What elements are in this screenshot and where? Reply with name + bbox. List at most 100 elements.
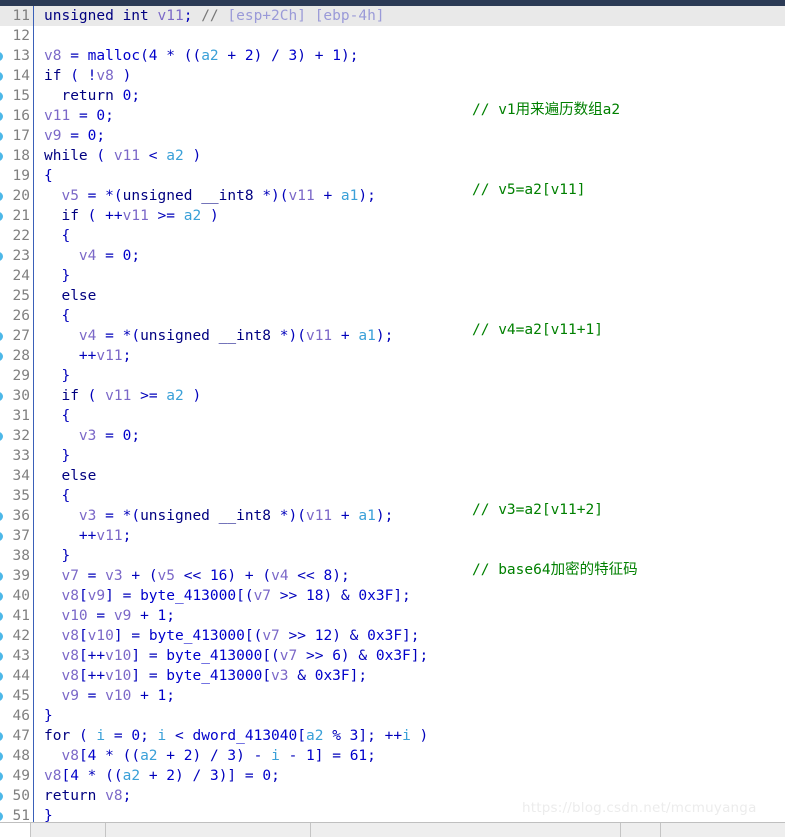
- status-bar-divider-1: [30, 823, 31, 837]
- code-line[interactable]: 28 ++v11;: [0, 346, 785, 366]
- code-text[interactable]: v8[4 * ((a2 + 2) / 3) - i - 1] = 61;: [34, 746, 375, 766]
- code-text[interactable]: v4 = 0;: [34, 246, 140, 266]
- code-line[interactable]: 37 ++v11;: [0, 526, 785, 546]
- line-number: 41: [12, 608, 30, 624]
- code-text[interactable]: v5 = *(unsigned __int8 *)(v11 + a1);: [34, 186, 375, 206]
- code-line[interactable]: 19{: [0, 166, 785, 186]
- code-text[interactable]: else: [34, 286, 96, 306]
- code-line[interactable]: 41 v10 = v9 + 1;: [0, 606, 785, 626]
- code-line[interactable]: 22 {: [0, 226, 785, 246]
- code-text[interactable]: {: [34, 406, 70, 426]
- code-line[interactable]: 33 }: [0, 446, 785, 466]
- line-number: 15: [12, 88, 30, 104]
- line-number: 39: [12, 568, 30, 584]
- code-line[interactable]: 26 {: [0, 306, 785, 326]
- code-line[interactable]: 14 if ( !v8 ): [0, 66, 785, 86]
- code-line[interactable]: 23 v4 = 0;: [0, 246, 785, 266]
- code-text[interactable]: v8[v10] = byte_413000[(v7 >> 12) & 0x3F]…: [34, 626, 419, 646]
- code-line[interactable]: 39 v7 = v3 + (v5 << 16) + (v4 << 8);: [0, 566, 785, 586]
- gutter-divider: [33, 26, 34, 46]
- line-number: 45: [12, 688, 30, 704]
- line-number: 13: [12, 48, 30, 64]
- code-line[interactable]: 34 else: [0, 466, 785, 486]
- line-number: 42: [12, 628, 30, 644]
- code-text[interactable]: v10 = v9 + 1;: [34, 606, 175, 626]
- code-line[interactable]: 29 }: [0, 366, 785, 386]
- code-line[interactable]: 30 if ( v11 >= a2 ): [0, 386, 785, 406]
- code-line[interactable]: 46}: [0, 706, 785, 726]
- code-line[interactable]: 18 while ( v11 < a2 ): [0, 146, 785, 166]
- line-number: 21: [12, 208, 30, 224]
- code-text[interactable]: v3 = *(unsigned __int8 *)(v11 + a1);: [34, 506, 393, 526]
- code-text[interactable]: }: [34, 446, 70, 466]
- line-number: 32: [12, 428, 30, 444]
- code-text[interactable]: {: [34, 166, 53, 186]
- line-number: 49: [12, 768, 30, 784]
- code-text[interactable]: for ( i = 0; i < dword_413040[a2 % 3]; +…: [34, 726, 428, 746]
- code-line[interactable]: 43 v8[++v10] = byte_413000[(v7 >> 6) & 0…: [0, 646, 785, 666]
- code-text[interactable]: }: [34, 266, 70, 286]
- status-bar-divider-5: [660, 823, 661, 837]
- code-line[interactable]: 20 v5 = *(unsigned __int8 *)(v11 + a1);: [0, 186, 785, 206]
- line-number: 29: [12, 368, 30, 384]
- code-text[interactable]: return v8;: [34, 786, 131, 806]
- code-text[interactable]: if ( !v8 ): [34, 66, 131, 86]
- code-text[interactable]: v9 = v10 + 1;: [34, 686, 175, 706]
- code-text[interactable]: v8[++v10] = byte_413000[(v7 >> 6) & 0x3F…: [34, 646, 428, 666]
- code-line[interactable]: 36 v3 = *(unsigned __int8 *)(v11 + a1);: [0, 506, 785, 526]
- code-listing[interactable]: 11 unsigned int v11; // [esp+2Ch] [ebp-4h…: [0, 6, 785, 826]
- code-text[interactable]: while ( v11 < a2 ): [34, 146, 201, 166]
- code-line[interactable]: 12: [0, 26, 785, 46]
- code-text[interactable]: v7 = v3 + (v5 << 16) + (v4 << 8);: [34, 566, 349, 586]
- code-text[interactable]: v8[++v10] = byte_413000[v3 & 0x3F];: [34, 666, 367, 686]
- code-text[interactable]: if ( ++v11 >= a2 ): [34, 206, 218, 226]
- code-line[interactable]: 48 v8[4 * ((a2 + 2) / 3) - i - 1] = 61;: [0, 746, 785, 766]
- code-line[interactable]: 44 v8[++v10] = byte_413000[v3 & 0x3F];: [0, 666, 785, 686]
- code-text[interactable]: v8 = malloc(4 * ((a2 + 2) / 3) + 1);: [34, 46, 358, 66]
- status-bar-gutter: [0, 823, 30, 837]
- code-text[interactable]: v3 = 0;: [34, 426, 140, 446]
- code-line[interactable]: 17 v9 = 0;: [0, 126, 785, 146]
- code-line[interactable]: 35 {: [0, 486, 785, 506]
- code-text[interactable]: v9 = 0;: [34, 126, 105, 146]
- code-text[interactable]: else: [34, 466, 96, 486]
- code-text[interactable]: }: [34, 366, 70, 386]
- code-text[interactable]: if ( v11 >= a2 ): [34, 386, 201, 406]
- code-line[interactable]: 49 v8[4 * ((a2 + 2) / 3)] = 0;: [0, 766, 785, 786]
- code-text[interactable]: return 0;: [34, 86, 140, 106]
- line-number: 23: [12, 248, 30, 264]
- code-text[interactable]: v8[v9] = byte_413000[(v7 >> 18) & 0x3F];: [34, 586, 410, 606]
- code-text[interactable]: {: [34, 226, 70, 246]
- line-number: 24: [12, 268, 30, 284]
- code-line[interactable]: 11 unsigned int v11; // [esp+2Ch] [ebp-4h…: [0, 6, 785, 26]
- code-line[interactable]: 24 }: [0, 266, 785, 286]
- code-line[interactable]: 15 return 0;: [0, 86, 785, 106]
- line-number: 28: [12, 348, 30, 364]
- line-number: 48: [12, 748, 30, 764]
- code-text[interactable]: {: [34, 486, 70, 506]
- code-text[interactable]: }: [34, 706, 53, 726]
- code-line[interactable]: 21 if ( ++v11 >= a2 ): [0, 206, 785, 226]
- code-text[interactable]: ++v11;: [34, 346, 131, 366]
- code-line[interactable]: 25 else: [0, 286, 785, 306]
- code-line[interactable]: 42 v8[v10] = byte_413000[(v7 >> 12) & 0x…: [0, 626, 785, 646]
- code-text[interactable]: v4 = *(unsigned __int8 *)(v11 + a1);: [34, 326, 393, 346]
- code-line[interactable]: 16 v11 = 0;: [0, 106, 785, 126]
- code-text[interactable]: v11 = 0;: [34, 106, 114, 126]
- code-line[interactable]: 45 v9 = v10 + 1;: [0, 686, 785, 706]
- status-bar-divider-4: [620, 823, 621, 837]
- line-number: 44: [12, 668, 30, 684]
- code-line[interactable]: 31 {: [0, 406, 785, 426]
- code-line[interactable]: 32 v3 = 0;: [0, 426, 785, 446]
- code-line[interactable]: 27 v4 = *(unsigned __int8 *)(v11 + a1);: [0, 326, 785, 346]
- code-line[interactable]: 40 v8[v9] = byte_413000[(v7 >> 18) & 0x3…: [0, 586, 785, 606]
- code-text[interactable]: v8[4 * ((a2 + 2) / 3)] = 0;: [34, 766, 280, 786]
- code-text[interactable]: {: [34, 306, 70, 326]
- code-text[interactable]: ++v11;: [34, 526, 131, 546]
- code-text[interactable]: unsigned int v11; // [esp+2Ch] [ebp-4h]: [34, 6, 385, 26]
- code-line[interactable]: 13 v8 = malloc(4 * ((a2 + 2) / 3) + 1);: [0, 46, 785, 66]
- code-text[interactable]: }: [34, 546, 70, 566]
- status-bar-divider-3: [310, 823, 311, 837]
- code-line[interactable]: 47 for ( i = 0; i < dword_413040[a2 % 3];…: [0, 726, 785, 746]
- code-line[interactable]: 38 }: [0, 546, 785, 566]
